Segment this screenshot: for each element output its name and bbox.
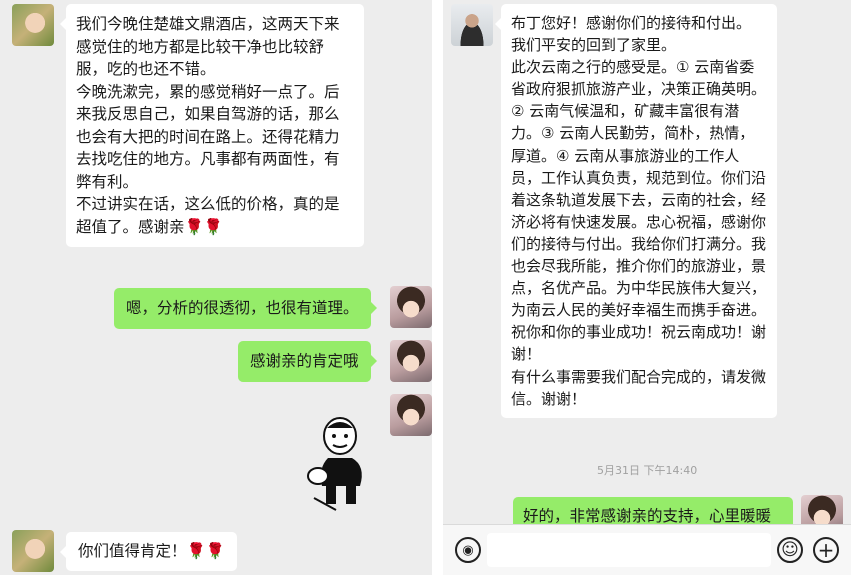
received-message[interactable]: 我们今晚住楚雄文鼎酒店，这两天下来感觉住的地方都是比较干净也比较舒服，吃的也还不…	[60, 4, 364, 247]
plus-glyph: +	[817, 538, 835, 562]
my-avatar[interactable]	[390, 340, 432, 382]
voice-icon[interactable]: ◉	[455, 537, 481, 563]
contact-avatar[interactable]	[451, 4, 493, 46]
message-input[interactable]	[487, 533, 771, 567]
message-timestamp: 5月31日 下午14:40	[597, 464, 698, 477]
sent-message[interactable]: 嗯，分析的很透彻，也很有道理。	[114, 288, 377, 329]
emoji-glyph: ☺	[781, 539, 799, 560]
right-chat-panel: 布丁您好！感谢你们的接待和付出。 我们平安的回到了家里。 此次云南之行的感受是。…	[443, 0, 851, 575]
plus-icon[interactable]: +	[813, 537, 839, 563]
emoji-icon[interactable]: ☺	[777, 537, 803, 563]
my-avatar[interactable]	[390, 286, 432, 328]
received-message[interactable]: 布丁您好！感谢你们的接待和付出。 我们平安的回到了家里。 此次云南之行的感受是。…	[495, 4, 777, 418]
received-message[interactable]: 你们值得肯定！🌹🌹	[59, 532, 238, 571]
contact-avatar[interactable]	[12, 530, 54, 572]
sticker-message[interactable]	[300, 414, 382, 514]
voice-glyph: ◉	[462, 542, 474, 558]
contact-avatar[interactable]	[12, 4, 54, 46]
my-avatar[interactable]	[390, 394, 432, 436]
input-bar: ◉ ☺ +	[443, 524, 851, 575]
left-chat-panel: 我们今晚住楚雄文鼎酒店，这两天下来感觉住的地方都是比较干净也比较舒服，吃的也还不…	[0, 0, 432, 575]
cartoon-sticker-icon	[307, 417, 362, 511]
sent-message[interactable]: 感谢亲的肯定哦	[238, 341, 377, 382]
